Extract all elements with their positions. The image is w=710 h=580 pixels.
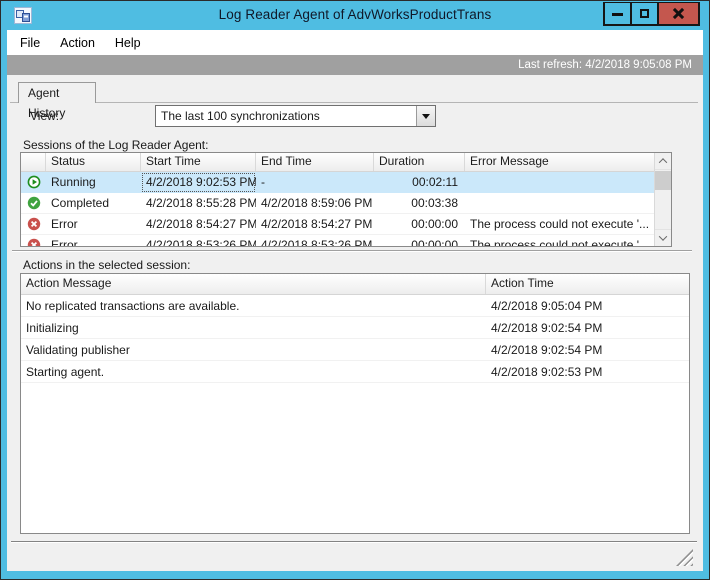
minimize-icon [612,13,623,16]
menu-bar: File Action Help [7,30,703,55]
view-dropdown-value: The last 100 synchronizations [161,109,320,123]
sessions-table-header: Status Start Time End Time Duration Erro… [21,153,671,172]
column-header-action-message[interactable]: Action Message [21,274,486,294]
action-row[interactable]: Initializing 4/2/2018 9:02:54 PM [21,317,689,339]
menu-file[interactable]: File [20,36,40,50]
column-header-start-time[interactable]: Start Time [141,153,256,171]
maximize-button[interactable] [630,2,659,26]
session-row-error-2[interactable]: Error 4/2/2018 8:53:26 PM 4/2/2018 8:53:… [21,235,671,246]
action-row[interactable]: Starting agent. 4/2/2018 9:02:53 PM [21,361,689,383]
column-header-end-time[interactable]: End Time [256,153,374,171]
maximize-icon [640,9,649,18]
column-header-error-message[interactable]: Error Message [465,153,654,171]
window: Log Reader Agent of AdvWorksProductTrans… [0,0,710,580]
chevron-down-icon [422,113,430,119]
tab-agent-history[interactable]: Agent History [18,82,96,120]
resize-grip-icon[interactable] [676,549,693,566]
actions-table: Action Message Action Time No replicated… [20,273,690,534]
section-divider [12,250,692,252]
minimize-button[interactable] [603,2,632,26]
chevron-down-icon [658,232,668,241]
actions-label: Actions in the selected session: [23,258,191,272]
actions-table-header: Action Message Action Time [21,274,689,295]
view-dropdown[interactable]: The last 100 synchronizations [155,105,436,127]
title-bar[interactable]: Log Reader Agent of AdvWorksProductTrans [1,1,709,30]
sessions-scrollbar[interactable] [654,153,671,246]
running-status-icon [21,172,46,193]
scrollbar-thumb[interactable] [655,171,671,190]
tab-strip-line [10,102,698,103]
scroll-up-button[interactable] [655,153,671,170]
column-header-status-icon[interactable] [21,153,46,171]
menu-help[interactable]: Help [115,36,141,50]
action-row[interactable]: No replicated transactions are available… [21,295,689,317]
focused-cell: 4/2/2018 9:02:53 PM [141,172,256,193]
close-icon [672,7,685,20]
sessions-label: Sessions of the Log Reader Agent: [23,138,209,152]
session-row-running[interactable]: Running 4/2/2018 9:02:53 PM - 00:02:11 [21,172,671,193]
column-header-duration[interactable]: Duration [374,153,465,171]
column-header-status[interactable]: Status [46,153,141,171]
bottom-panel-edge [11,541,697,543]
scroll-down-button[interactable] [655,229,671,246]
session-row-error-1[interactable]: Error 4/2/2018 8:54:27 PM 4/2/2018 8:54:… [21,214,671,235]
content-area: Agent History View: The last 100 synchro… [7,75,703,571]
close-button[interactable] [657,2,700,26]
error-status-icon [21,235,46,246]
menu-action[interactable]: Action [60,36,95,50]
chevron-up-icon [658,158,668,167]
session-row-completed[interactable]: Completed 4/2/2018 8:55:28 PM 4/2/2018 8… [21,193,671,214]
sessions-table: Status Start Time End Time Duration Erro… [20,152,672,247]
last-refresh-bar: Last refresh: 4/2/2018 9:05:08 PM [7,55,703,75]
view-dropdown-button[interactable] [416,106,435,126]
action-row[interactable]: Validating publisher 4/2/2018 9:02:54 PM [21,339,689,361]
error-status-icon [21,214,46,235]
completed-status-icon [21,193,46,214]
column-header-action-time[interactable]: Action Time [486,274,689,294]
